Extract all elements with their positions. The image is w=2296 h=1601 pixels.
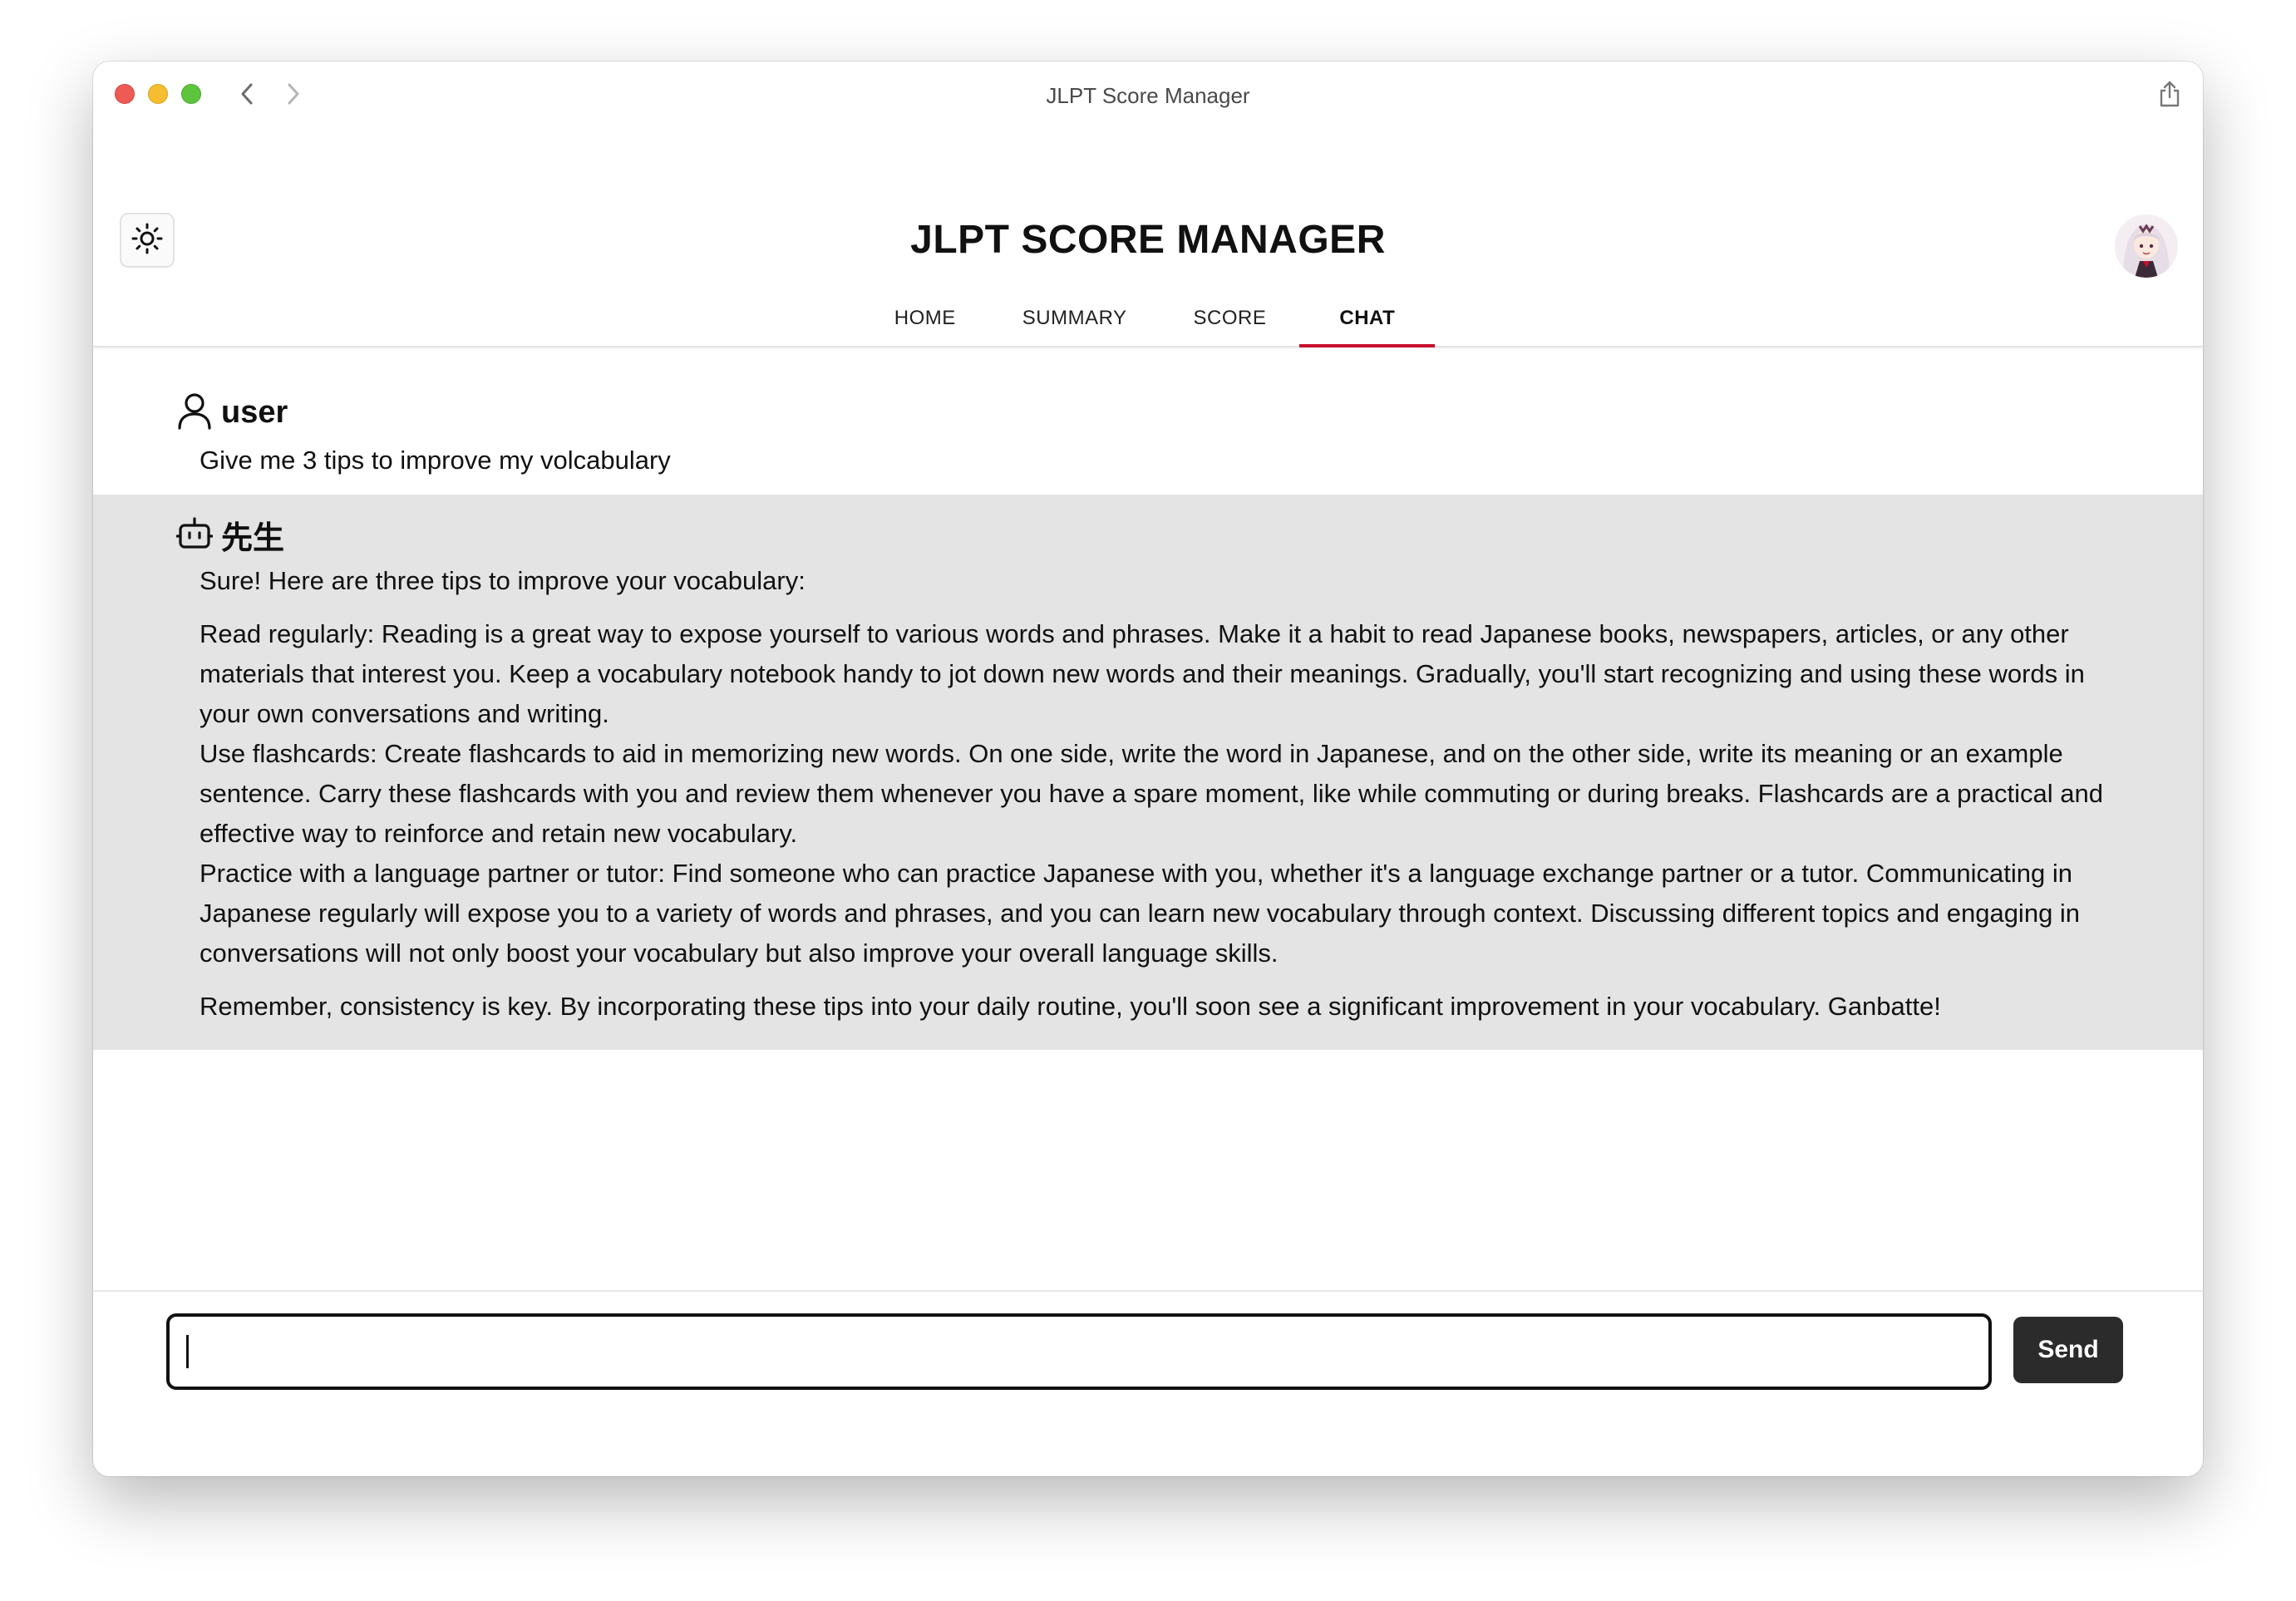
- window-title: JLPT Score Manager: [1046, 83, 1250, 108]
- tab-chat[interactable]: CHAT: [1299, 296, 1436, 347]
- text-caret: [186, 1335, 189, 1368]
- chat-message-assistant: 先生 Sure! Here are three tips to improve …: [93, 495, 2203, 1050]
- chat-input[interactable]: [166, 1313, 1992, 1390]
- message-intro: Sure! Here are three tips to improve you…: [200, 566, 806, 595]
- message-text: Sure! Here are three tips to improve you…: [176, 561, 2120, 1027]
- message-header: user: [176, 389, 2120, 436]
- tab-summary[interactable]: SUMMARY: [989, 296, 1160, 347]
- main-nav-tabs: HOME SUMMARY SCORE CHAT: [93, 296, 2203, 347]
- chat-thread: user Give me 3 tips to improve my volcab…: [93, 349, 2203, 1050]
- robot-icon: [175, 515, 214, 555]
- user-icon: [176, 392, 213, 434]
- message-tip-1: Read regularly: Reading is a great way t…: [200, 619, 2085, 728]
- chat-message-user: user Give me 3 tips to improve my volcab…: [93, 349, 2203, 495]
- tab-score[interactable]: SCORE: [1160, 296, 1300, 347]
- message-role: user: [221, 394, 288, 430]
- share-icon[interactable]: [2155, 78, 2185, 110]
- app-header: JLPT SCORE MANAGER HOME SUMMARY SCORE CH…: [93, 130, 2203, 347]
- message-role: 先生: [221, 520, 285, 556]
- message-header: 先生: [175, 511, 2120, 558]
- title-bar: JLPT Score Manager: [93, 62, 2203, 130]
- avatar[interactable]: [2115, 214, 2178, 278]
- message-text: Give me 3 tips to improve my volcabulary: [200, 446, 671, 475]
- message-composer: Send: [93, 1290, 2203, 1476]
- message-tip-3: Practice with a language partner or tuto…: [200, 859, 2081, 968]
- page-title: JLPT SCORE MANAGER: [910, 218, 1386, 262]
- message-tip-2: Use flashcards: Create flashcards to aid…: [200, 739, 2103, 848]
- app-window: JLPT Score Manager JLPT SCORE MANAGER HO…: [93, 62, 2203, 1476]
- tab-home[interactable]: HOME: [861, 296, 989, 347]
- message-outro: Remember, consistency is key. By incorpo…: [200, 992, 1941, 1021]
- send-button[interactable]: Send: [2013, 1317, 2123, 1383]
